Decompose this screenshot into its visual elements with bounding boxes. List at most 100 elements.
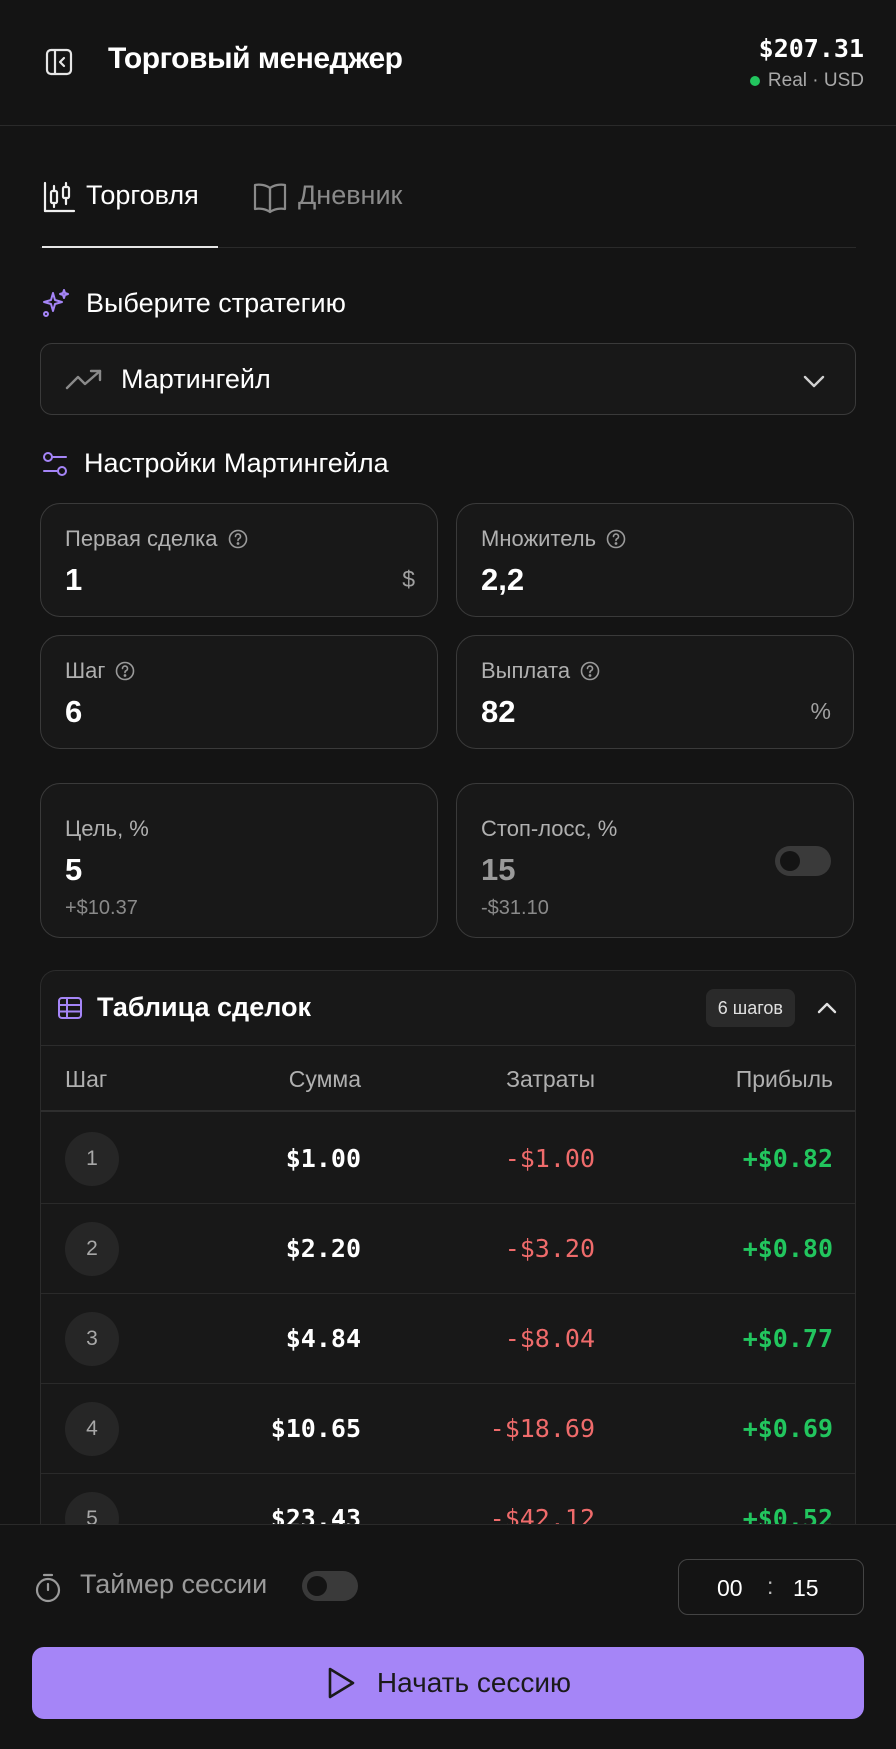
payout-label-text: Выплата — [481, 658, 571, 683]
settings-heading: Настройки Мартингейла — [40, 448, 389, 479]
table-row: 4 $10.65 -$18.69 +$0.69 — [41, 1384, 855, 1474]
time-separator: : — [767, 1573, 774, 1599]
help-circle-icon[interactable] — [115, 661, 135, 681]
row-profit: +$0.82 — [742, 1144, 833, 1173]
trades-table: Таблица сделок 6 шагов Шаг Сумма Затраты… — [40, 970, 856, 1524]
account-label: Real · USD — [767, 70, 864, 91]
sliders-icon — [40, 449, 70, 479]
chevron-up-icon[interactable] — [815, 996, 839, 1020]
trending-up-icon — [65, 366, 103, 394]
step-value[interactable]: 6 — [65, 694, 82, 730]
step-number: 4 — [65, 1402, 119, 1456]
trades-table-header[interactable]: Таблица сделок 6 шагов — [41, 971, 855, 1046]
session-timer-toggle[interactable] — [302, 1571, 358, 1601]
stop-loss-toggle[interactable] — [775, 846, 831, 876]
first-trade-label-text: Первая сделка — [65, 526, 218, 551]
minutes-input[interactable]: 15 — [793, 1575, 819, 1602]
session-footer: Таймер сессии 00 : 15 Начать сессию — [0, 1524, 896, 1749]
multiplier-label: Множитель — [481, 526, 626, 552]
start-session-label: Начать сессию — [376, 1667, 572, 1698]
column-cost: Затраты — [506, 1066, 595, 1092]
row-amount: $1.00 — [285, 1144, 361, 1173]
status-dot-icon — [749, 76, 760, 86]
tab-bar: Торговля Дневник — [40, 180, 856, 248]
row-profit: +$0.52 — [742, 1504, 833, 1524]
strategy-select[interactable]: Мартингейл — [40, 343, 856, 415]
row-profit: +$0.69 — [742, 1414, 833, 1443]
account-balance: $207.31 — [758, 34, 864, 63]
app-title: Торговый менеджер — [108, 42, 403, 75]
toggle-knob — [307, 1576, 327, 1596]
stop-loss-label: Стоп-лосс, % — [481, 816, 618, 841]
settings-heading-label: Настройки Мартингейла — [84, 448, 389, 478]
tab-journal[interactable]: Дневник — [252, 180, 402, 248]
row-cost: -$42.12 — [489, 1504, 595, 1524]
table-columns: Шаг Сумма Затраты Прибыль — [41, 1046, 855, 1112]
first-trade-label: Первая сделка — [65, 526, 248, 552]
target-value[interactable]: 5 — [65, 852, 82, 888]
step-number: 1 — [65, 1132, 119, 1186]
payout-unit: % — [810, 698, 831, 724]
stop-loss-amount: -$31.10 — [481, 897, 549, 919]
toggle-knob — [780, 851, 800, 871]
multiplier-field[interactable]: Множитель 2,2 — [456, 503, 854, 617]
step-label: Шаг — [65, 658, 135, 684]
account-type: Real · USD — [749, 70, 864, 92]
strategy-heading-label: Выберите стратегию — [86, 287, 346, 318]
column-step: Шаг — [65, 1066, 108, 1092]
target-amount: +$10.37 — [65, 897, 138, 919]
candlestick-chart-icon — [42, 180, 76, 214]
help-circle-icon[interactable] — [606, 529, 626, 549]
step-number: 2 — [65, 1222, 119, 1276]
row-cost: -$3.20 — [504, 1234, 595, 1263]
row-amount: $2.20 — [285, 1234, 361, 1263]
row-amount: $4.84 — [285, 1324, 361, 1353]
stop-loss-field[interactable]: Стоп-лосс, % 15 -$31.10 — [456, 783, 854, 938]
first-trade-value[interactable]: 1 — [65, 562, 82, 598]
row-cost: -$8.04 — [504, 1324, 595, 1353]
help-circle-icon[interactable] — [580, 661, 600, 681]
tab-trading[interactable]: Торговля — [42, 180, 218, 248]
target-field[interactable]: Цель, % 5 +$10.37 — [40, 783, 438, 938]
trades-table-title: Таблица сделок — [97, 992, 312, 1022]
payout-value[interactable]: 82 — [481, 694, 515, 730]
payout-label: Выплата — [481, 658, 600, 684]
row-profit: +$0.80 — [742, 1234, 833, 1263]
strategy-select-value: Мартингейл — [121, 364, 271, 394]
first-trade-field[interactable]: Первая сделка 1 $ — [40, 503, 438, 617]
tab-trading-label: Торговля — [86, 180, 199, 210]
play-icon — [325, 1666, 357, 1700]
step-field[interactable]: Шаг 6 — [40, 635, 438, 749]
multiplier-label-text: Множитель — [481, 526, 597, 551]
row-amount: $23.43 — [270, 1504, 361, 1524]
multiplier-value[interactable]: 2,2 — [481, 562, 524, 598]
stopwatch-icon — [34, 1573, 62, 1603]
session-timer-label: Таймер сессии — [80, 1569, 268, 1599]
step-number: 3 — [65, 1312, 119, 1366]
row-profit: +$0.77 — [742, 1324, 833, 1353]
table-row: 2 $2.20 -$3.20 +$0.80 — [41, 1204, 855, 1294]
chevron-down-icon — [801, 368, 827, 394]
row-cost: -$1.00 — [504, 1144, 595, 1173]
first-trade-unit: $ — [402, 566, 415, 592]
session-time-input[interactable]: 00 : 15 — [678, 1559, 864, 1615]
steps-badge: 6 шагов — [705, 989, 795, 1027]
help-circle-icon[interactable] — [228, 529, 248, 549]
table-row: 3 $4.84 -$8.04 +$0.77 — [41, 1294, 855, 1384]
book-open-icon — [252, 180, 288, 214]
tab-journal-label: Дневник — [298, 180, 403, 210]
target-label: Цель, % — [65, 816, 149, 841]
column-amount: Сумма — [288, 1066, 361, 1092]
column-profit: Прибыль — [735, 1066, 833, 1092]
stop-loss-value[interactable]: 15 — [481, 852, 515, 888]
strategy-heading: Выберите стратегию — [40, 287, 346, 319]
row-cost: -$18.69 — [489, 1414, 595, 1443]
hours-input[interactable]: 00 — [717, 1575, 743, 1602]
payout-field[interactable]: Выплата 82 % — [456, 635, 854, 749]
step-number: 5 — [65, 1492, 119, 1524]
sidebar-toggle-icon[interactable] — [44, 47, 74, 77]
sparkles-icon — [40, 287, 72, 319]
step-label-text: Шаг — [65, 658, 106, 683]
start-session-button[interactable]: Начать сессию — [32, 1647, 864, 1719]
table-icon — [57, 995, 83, 1021]
